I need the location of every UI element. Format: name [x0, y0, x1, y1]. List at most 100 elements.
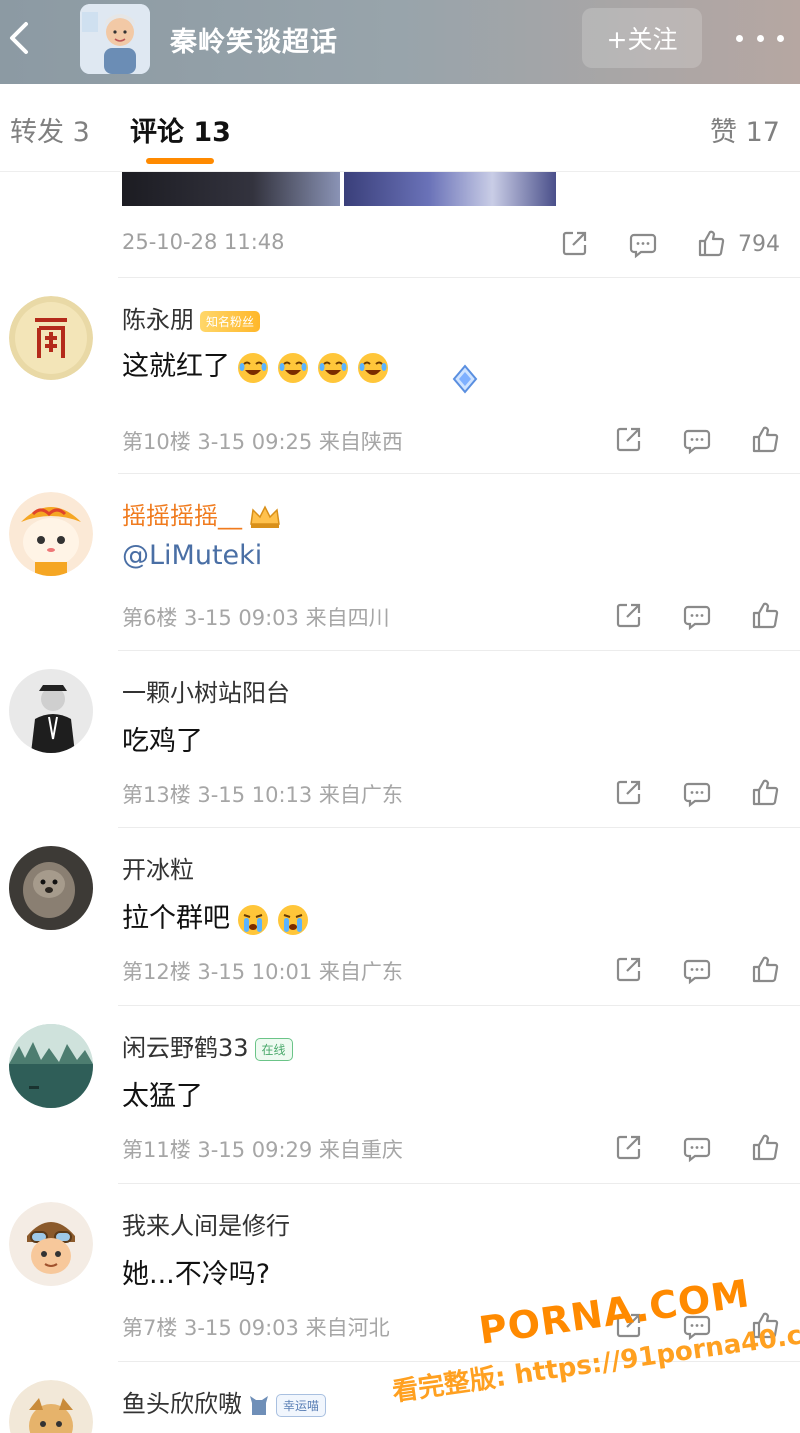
- top-bar: 秦岭笑谈超话 +关注: [0, 0, 800, 84]
- comment-body: 拉个群吧: [122, 903, 230, 934]
- thumbs-up-icon: [752, 602, 779, 629]
- chevron-left-icon: [10, 22, 28, 54]
- cartoon-cat-avatar-icon: [9, 492, 93, 576]
- cartoon-man-avatar-icon: [80, 4, 150, 74]
- post-image[interactable]: [122, 172, 340, 206]
- share-icon: [616, 603, 641, 628]
- share-icon: [616, 1135, 641, 1160]
- reply-button[interactable]: [682, 956, 712, 986]
- lake-photo-avatar-icon: [9, 1024, 93, 1108]
- like-button[interactable]: [696, 228, 726, 258]
- reply-button[interactable]: [682, 426, 712, 456]
- thumbs-up-icon: [752, 426, 779, 453]
- fan-badge: 知名粉丝: [200, 310, 261, 332]
- comment-author[interactable]: 鱼头欣欣嗷 幸运喵: [122, 1384, 327, 1419]
- comment-meta: 第12楼 3-15 10:01 来自广东: [122, 960, 403, 984]
- comment-author[interactable]: 我来人间是修行: [122, 1206, 290, 1241]
- post-meta-row: 25-10-28 11:48 794: [0, 206, 800, 278]
- share-button[interactable]: [614, 954, 644, 984]
- avatar[interactable]: [9, 296, 93, 380]
- share-icon: [562, 231, 587, 256]
- comment-author[interactable]: 闲云野鹤33 在线: [122, 1028, 293, 1063]
- like-button[interactable]: [750, 600, 780, 630]
- reply-button[interactable]: [682, 602, 712, 632]
- comment-body: 这就红了: [122, 351, 230, 382]
- comment-item: 开冰粒 拉个群吧 第12楼 3-15 10:01 来自广东: [0, 828, 800, 1004]
- post-timestamp: 25-10-28 11:48: [122, 230, 285, 254]
- comment-author[interactable]: 摇摇摇摇__: [122, 496, 282, 531]
- share-button[interactable]: [560, 228, 590, 258]
- seal-avatar-icon: [9, 296, 93, 380]
- comment-item: 闲云野鹤33 在线 太猛了 第11楼 3-15 09:29 来自重庆: [0, 1006, 800, 1182]
- more-horizontal-icon: [736, 34, 743, 42]
- online-badge: 在线: [254, 1037, 293, 1061]
- tab-like[interactable]: 赞 17: [710, 110, 780, 149]
- author-name[interactable]: 摇摇摇摇__: [122, 502, 242, 530]
- laugh-cry-emoji: [316, 351, 350, 385]
- reply-button[interactable]: [682, 779, 712, 809]
- comment-item: 陈永朋 知名粉丝 这就红了 第10楼 3-15 09:25 来自陕西: [0, 278, 800, 458]
- avatar[interactable]: [9, 1024, 93, 1108]
- comment-meta: 第10楼 3-15 09:25 来自陕西: [122, 430, 403, 454]
- author-name[interactable]: 鱼头欣欣嗷: [122, 1390, 242, 1418]
- back-button[interactable]: [2, 16, 38, 60]
- animal-photo-avatar-icon: [9, 846, 93, 930]
- comment-item: 摇摇摇摇__ @LiMuteki 第6楼 3-15 09:03 来自四川: [0, 474, 800, 650]
- share-button[interactable]: [614, 424, 644, 454]
- laugh-cry-emoji: [276, 351, 310, 385]
- comment-mention[interactable]: @LiMuteki: [122, 540, 262, 571]
- crying-emoji: [236, 903, 270, 937]
- comment-text: 吃鸡了: [122, 726, 203, 757]
- comment-author[interactable]: 开冰粒: [122, 850, 194, 885]
- share-button[interactable]: [614, 777, 644, 807]
- comment-text: 拉个群吧: [122, 896, 310, 937]
- lucky-badge: 幸运喵: [276, 1393, 327, 1417]
- tab-comment[interactable]: 评论 13: [130, 110, 231, 149]
- active-tab-indicator: [146, 158, 214, 164]
- laugh-cry-emoji: [356, 351, 390, 385]
- avatar[interactable]: [9, 846, 93, 930]
- avatar[interactable]: [9, 492, 93, 576]
- comment-meta: 第7楼 3-15 09:03 来自河北: [122, 1316, 390, 1340]
- share-button[interactable]: [614, 600, 644, 630]
- post-image-strip[interactable]: [122, 172, 562, 206]
- comment-meta: 第13楼 3-15 10:13 来自广东: [122, 783, 403, 807]
- avatar[interactable]: [9, 1202, 93, 1286]
- comment-meta: 第11楼 3-15 09:29 来自重庆: [122, 1138, 403, 1162]
- share-icon: [616, 780, 641, 805]
- crying-emoji: [276, 903, 310, 937]
- comment-icon: [683, 959, 711, 985]
- post-image[interactable]: [344, 172, 556, 206]
- follow-button[interactable]: +关注: [582, 8, 702, 68]
- author-name[interactable]: 闲云野鹤33: [122, 1034, 249, 1062]
- author-name[interactable]: 陈永朋: [122, 306, 194, 334]
- comment-icon: [683, 429, 711, 455]
- like-button[interactable]: [750, 777, 780, 807]
- comment-author[interactable]: 一颗小树站阳台: [122, 673, 290, 708]
- reply-button[interactable]: [682, 1134, 712, 1164]
- like-button[interactable]: [750, 1132, 780, 1162]
- avatar[interactable]: [9, 669, 93, 753]
- comment-button[interactable]: [628, 230, 658, 260]
- comment-author[interactable]: 陈永朋 知名粉丝: [122, 300, 261, 335]
- tab-repost[interactable]: 转发 3: [10, 110, 90, 149]
- share-icon: [616, 957, 641, 982]
- cat-badge-icon: [248, 1393, 270, 1417]
- more-button[interactable]: [736, 26, 784, 50]
- comment-item: 一颗小树站阳台 吃鸡了 第13楼 3-15 10:13 来自广东: [0, 651, 800, 827]
- thumbs-up-icon: [752, 956, 779, 983]
- comment-text: 这就红了: [122, 344, 390, 385]
- thumbs-up-icon: [698, 230, 725, 257]
- avatar[interactable]: [9, 1380, 93, 1433]
- crown-badge-icon: [248, 504, 282, 530]
- thumbs-up-icon: [752, 779, 779, 806]
- tab-bar: 转发 3 评论 13 赞 17: [0, 84, 800, 172]
- diamond-sticker-icon: [440, 362, 490, 396]
- officer-photo-avatar-icon: [9, 669, 93, 753]
- topic-title: 秦岭笑谈超话: [170, 27, 338, 58]
- topic-avatar[interactable]: [80, 4, 150, 74]
- comment-icon: [629, 233, 657, 259]
- like-button[interactable]: [750, 424, 780, 454]
- share-button[interactable]: [614, 1132, 644, 1162]
- like-button[interactable]: [750, 954, 780, 984]
